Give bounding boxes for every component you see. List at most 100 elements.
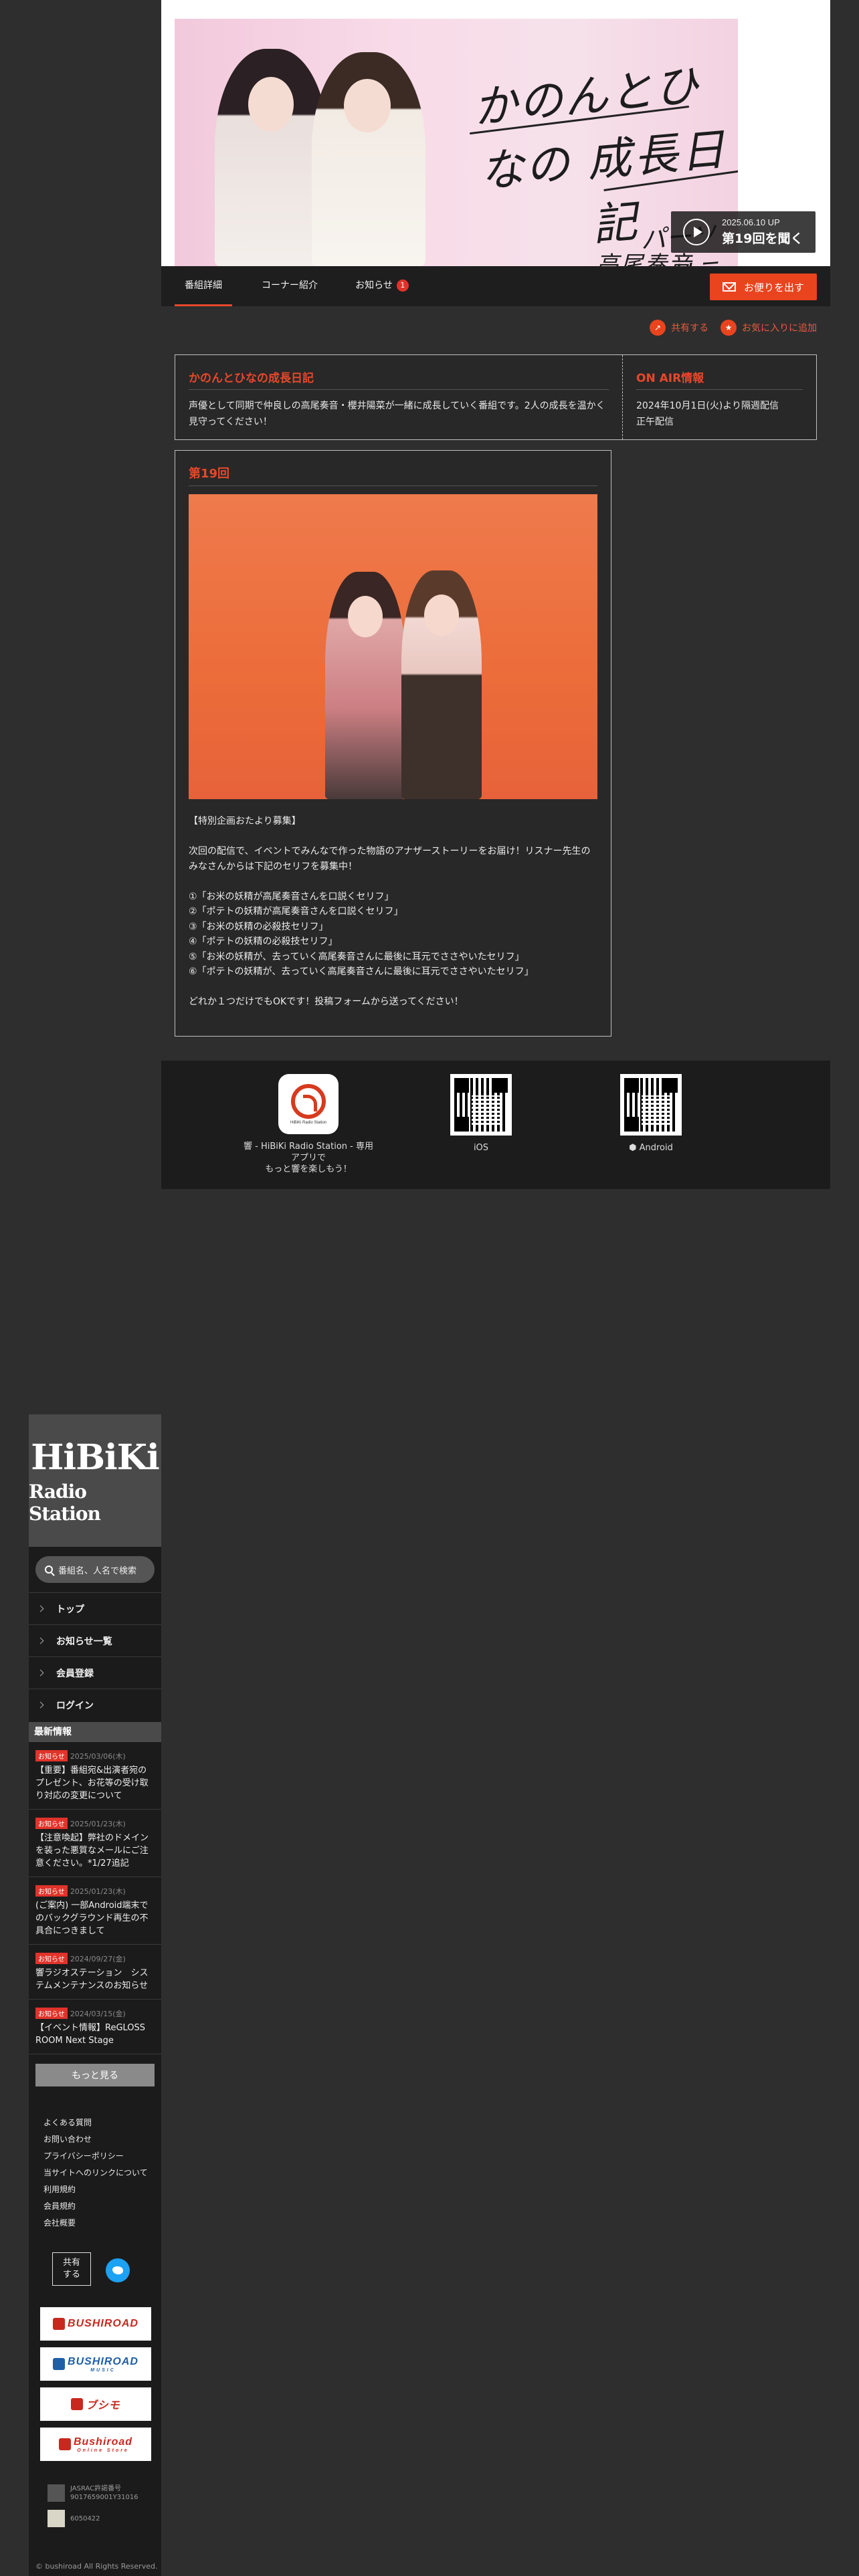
ios-download[interactable]: iOS [441, 1074, 521, 1154]
personality-photo-2 [312, 52, 425, 266]
twitter-icon [112, 2266, 123, 2274]
more-news-button[interactable]: もっと見る [35, 2064, 155, 2086]
sidebar: HiBiKi Radio Station 番組名、人名で検索 トップ お知らせ一… [29, 1414, 161, 2576]
link-terms[interactable]: 利用規約 [43, 2181, 161, 2198]
store-logo-icon [58, 2438, 71, 2450]
link-privacy[interactable]: プライバシーポリシー [43, 2148, 161, 2165]
news-tag: お知らせ [35, 2008, 68, 2019]
episode-line: ④「ポテトの妖精の必殺技セリフ」 [189, 936, 338, 947]
program-banner: かのんとひなの 成長日記 パーソナリティ 高尾奏音 2025.06.10 UP … [161, 0, 830, 266]
episode-line: ⑤「お米の妖精が、去っていく高尾奏音さんに最後に耳元でささやいたセリフ」 [189, 951, 524, 962]
send-letter-label: お便りを出す [743, 281, 804, 294]
news-text: 【注意喚起】弊社のドメインを装った悪質なメールにご注意ください。*1/27追記 [35, 1833, 149, 1868]
copyright: © bushiroad All Rights Reserved. [35, 2562, 158, 2571]
link-faq[interactable]: よくある質問 [43, 2115, 161, 2131]
episode-line: どれか１つだけでもOKです！投稿フォームから送ってください！ [189, 996, 464, 1007]
license-cert: 6050422 [47, 2510, 100, 2527]
news-date: 2025/01/23(木) [70, 1887, 126, 1896]
search-input[interactable]: 番組名、人名で検索 [35, 1556, 155, 1583]
news-text: (ご案内) 一部Android端末でのバックグラウンド再生の不具合につきまして [35, 1901, 149, 1936]
send-letter-button[interactable]: お便りを出す [710, 274, 817, 300]
episode-box: 第19回 【特別企画おたより募集】 次回の配信で、イベントでみんなで作った物語の… [175, 450, 611, 1037]
ios-label: iOS [473, 1143, 489, 1153]
tab-details-label: 番組詳細 [185, 280, 222, 291]
link-company[interactable]: 会社概要 [43, 2215, 161, 2232]
episode-line: ①「お米の妖精が高尾奏音さんを口説くセリフ」 [189, 891, 394, 902]
episode-line: ②「ポテトの妖精が高尾奏音さんを口説くセリフ」 [189, 906, 403, 917]
chevron-right-icon [37, 1669, 44, 1677]
episode-line: 【特別企画おたより募集】 [189, 816, 301, 827]
tab-details[interactable]: 番組詳細 [175, 266, 232, 306]
bushiroad-logo-icon [53, 2318, 66, 2330]
episode-photo [189, 494, 597, 799]
play-icon [683, 219, 710, 245]
twitter-button[interactable] [106, 2258, 130, 2282]
program-description-box: かのんとひなの成長日記 声優として同期で仲良しの高尾奏音・櫻井陽菜が一緒に成長し… [175, 355, 623, 439]
onair-text: 2024年10月1日(火)より隔週配信 正午配信 [636, 401, 779, 427]
bushiroad-music-logo-icon [53, 2358, 66, 2370]
news-tag: お知らせ [35, 1953, 68, 1964]
tab-corners[interactable]: コーナー紹介 [256, 266, 323, 306]
android-label: ⬢ Android [629, 1143, 673, 1153]
bushiroad-music-banner[interactable]: BUSHIROAD MUSIC [40, 2347, 151, 2381]
star-icon: ★ [721, 320, 737, 336]
tab-news-label: お知らせ [355, 280, 393, 291]
sidebar-share-button[interactable]: 共有 する [52, 2252, 91, 2286]
episode-line [189, 874, 597, 889]
link-contact[interactable]: お問い合わせ [43, 2131, 161, 2148]
program-title: かのんとひなの成長日記 [189, 368, 609, 390]
app-icon-text: HiBiKi Radio Station [290, 1120, 327, 1125]
share-button[interactable]: ↗ 共有する [650, 320, 708, 336]
news-text: 響ラジオステーション システムメンテナンスのお知らせ [35, 1968, 149, 1991]
onair-title: ON AIR情報 [636, 368, 803, 390]
play-date: 2025.06.10 UP [722, 217, 780, 227]
envelope-icon [722, 282, 736, 292]
news-date: 2024/09/27(金) [70, 1955, 126, 1963]
search-icon [45, 1566, 53, 1574]
logo-line2: Radio Station [29, 1480, 101, 1525]
site-logo[interactable]: HiBiKi Radio Station [29, 1414, 161, 1547]
news-heading: 最新情報 [29, 1722, 161, 1742]
online-store-banner[interactable]: Bushiroad Online Store [40, 2428, 151, 2461]
chevron-right-icon [37, 1605, 44, 1612]
tab-news[interactable]: お知らせ 1 [349, 266, 415, 306]
main-column: かのんとひなの 成長日記 パーソナリティ 高尾奏音 2025.06.10 UP … [161, 0, 830, 1189]
episode-line: ③「お米の妖精の必殺技セリフ」 [189, 921, 328, 932]
episode-line [189, 829, 597, 845]
app-download-bar: HiBiKi Radio Station 響 - HiBiKi Radio St… [161, 1061, 830, 1189]
episode-line: ⑥「ポテトの妖精が、去っていく高尾奏音さんに最後に耳元でささやいたセリフ」 [189, 966, 534, 977]
sidebar-item-news-list[interactable]: お知らせ一覧 [29, 1624, 161, 1656]
link-linking[interactable]: 当サイトへのリンクについて [43, 2165, 161, 2181]
episode-title: 第19回 [189, 464, 597, 486]
news-date: 2025/01/23(木) [70, 1820, 126, 1828]
bushimo-banner[interactable]: ブシモ [40, 2387, 151, 2421]
app-promo[interactable]: HiBiKi Radio Station 響 - HiBiKi Radio St… [242, 1074, 375, 1175]
favorite-button[interactable]: ★ お気に入りに追加 [721, 320, 817, 336]
news-item[interactable]: お知らせ 2025/01/23(木) 【注意喚起】弊社のドメインを装った悪質なメー… [29, 1810, 161, 1877]
chevron-right-icon [37, 1701, 44, 1709]
sidebar-item-login[interactable]: ログイン [29, 1689, 161, 1721]
sidebar-item-register[interactable]: 会員登録 [29, 1656, 161, 1689]
program-tab-bar: 番組詳細 コーナー紹介 お知らせ 1 お便りを出す [161, 266, 830, 306]
search-placeholder: 番組名、人名で検索 [58, 1566, 137, 1576]
episode-line [189, 980, 597, 995]
news-date: 2024/03/15(金) [70, 2010, 126, 2018]
news-text: 【イベント情報】ReGLOSS ROOM Next Stage [35, 2023, 146, 2046]
bushiroad-banner[interactable]: BUSHIROAD [40, 2307, 151, 2341]
news-text: 【重要】番組宛&出演者宛のプレゼント、お花等の受け取り対応の変更について [35, 1765, 149, 1801]
tab-corners-label: コーナー紹介 [262, 280, 318, 291]
news-item[interactable]: お知らせ 2025/03/06(木) 【重要】番組宛&出演者宛のプレゼント、お花等… [29, 1742, 161, 1810]
episode-line: 次回の配信で、イベントでみんなで作った物語のアナザーストーリーをお届け！リスナー… [189, 846, 591, 872]
play-label: 第19回を聞く [722, 231, 803, 246]
news-item[interactable]: お知らせ 2025/01/23(木) (ご案内) 一部Android端末でのバック… [29, 1877, 161, 1945]
android-download[interactable]: ⬢ Android [611, 1074, 691, 1154]
news-item[interactable]: お知らせ 2024/09/27(金) 響ラジオステーション システムメンテナンスの… [29, 1945, 161, 2000]
play-latest-button[interactable]: 2025.06.10 UP 第19回を聞く [671, 211, 816, 253]
news-item[interactable]: お知らせ 2024/03/15(金) 【イベント情報】ReGLOSS ROOM N… [29, 2000, 161, 2054]
link-member-terms[interactable]: 会員規約 [43, 2198, 161, 2215]
bushimo-logo-icon [71, 2398, 84, 2410]
banner-artwork: かのんとひなの 成長日記 パーソナリティ 高尾奏音 [175, 19, 738, 266]
ios-qr-code [450, 1074, 512, 1136]
share-icon: ↗ [650, 320, 666, 336]
sidebar-item-top[interactable]: トップ [29, 1592, 161, 1624]
